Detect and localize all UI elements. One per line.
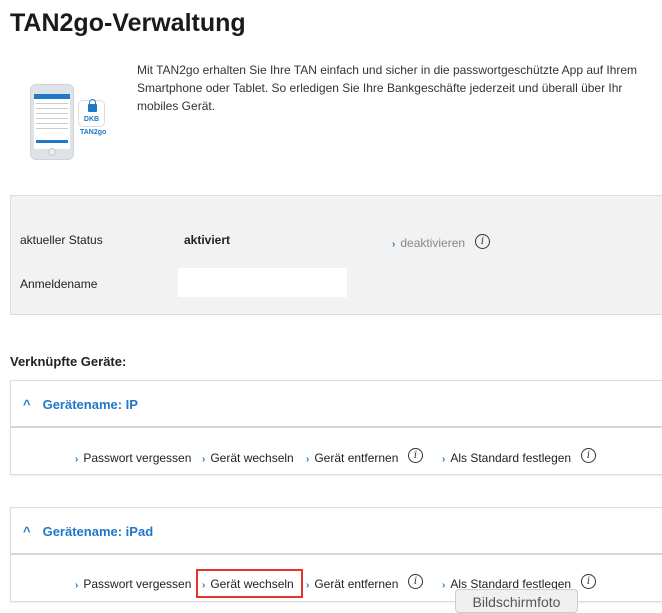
remove-device-link[interactable]: › Gerät entfernen bbox=[306, 451, 398, 465]
app-brand: DKB bbox=[83, 116, 100, 123]
page-title: TAN2go-Verwaltung bbox=[10, 9, 246, 37]
chevron-right-icon: › bbox=[442, 580, 446, 591]
description: Mit TAN2go erhalten Sie Ihre TAN einfach… bbox=[137, 63, 638, 113]
chevron-right-icon: › bbox=[202, 454, 206, 465]
caret-up-icon: ^ bbox=[23, 524, 31, 539]
remove-device-link[interactable]: › Gerät entfernen bbox=[306, 577, 398, 591]
status-label: aktueller Status bbox=[20, 233, 103, 247]
phone-illustration bbox=[30, 84, 74, 160]
device-name: Gerätename: iPad bbox=[42, 524, 154, 539]
device-header[interactable]: ^ Gerätename: iPad bbox=[11, 508, 662, 555]
link-label: Passwort vergessen bbox=[83, 451, 192, 465]
devices-heading: Verknüpfte Geräte: bbox=[10, 354, 127, 369]
highlight-box bbox=[196, 569, 303, 598]
app-name: TAN2go bbox=[80, 129, 107, 136]
status-value: aktiviert bbox=[184, 233, 231, 247]
info-icon[interactable]: i bbox=[581, 448, 596, 463]
info-icon[interactable]: i bbox=[475, 234, 490, 249]
chevron-right-icon: › bbox=[306, 454, 310, 465]
chevron-right-icon: › bbox=[75, 580, 79, 591]
dkb-app-icon: DKB bbox=[78, 99, 105, 127]
chevron-right-icon: › bbox=[442, 454, 446, 465]
screenshot-tooltip: Bildschirmfoto bbox=[455, 589, 578, 613]
deactivate-label: deaktivieren bbox=[400, 236, 466, 250]
link-label: Gerät entfernen bbox=[314, 451, 399, 465]
change-device-link[interactable]: › Gerät wechseln bbox=[202, 451, 294, 465]
username-field bbox=[178, 268, 347, 297]
info-icon[interactable]: i bbox=[408, 448, 423, 463]
device-header[interactable]: ^ Gerätename: IP bbox=[11, 381, 662, 428]
lock-icon bbox=[88, 99, 97, 112]
link-label: Passwort vergessen bbox=[83, 577, 192, 591]
link-label: Gerät wechseln bbox=[210, 451, 294, 465]
username-label: Anmeldename bbox=[20, 277, 98, 291]
deactivate-link[interactable]: › deaktivieren bbox=[392, 236, 465, 250]
caret-up-icon: ^ bbox=[23, 397, 31, 412]
device-name: Gerätename: IP bbox=[42, 397, 138, 412]
status-panel bbox=[10, 195, 662, 315]
forgot-password-link[interactable]: › Passwort vergessen bbox=[75, 451, 191, 465]
info-icon[interactable]: i bbox=[581, 574, 596, 589]
chevron-right-icon: › bbox=[392, 239, 396, 250]
info-icon[interactable]: i bbox=[408, 574, 423, 589]
forgot-password-link[interactable]: › Passwort vergessen bbox=[75, 577, 191, 591]
set-default-link[interactable]: › Als Standard festlegen bbox=[442, 451, 571, 465]
link-label: Gerät entfernen bbox=[314, 577, 399, 591]
chevron-right-icon: › bbox=[306, 580, 310, 591]
link-label: Als Standard festlegen bbox=[450, 451, 572, 465]
chevron-right-icon: › bbox=[75, 454, 79, 465]
